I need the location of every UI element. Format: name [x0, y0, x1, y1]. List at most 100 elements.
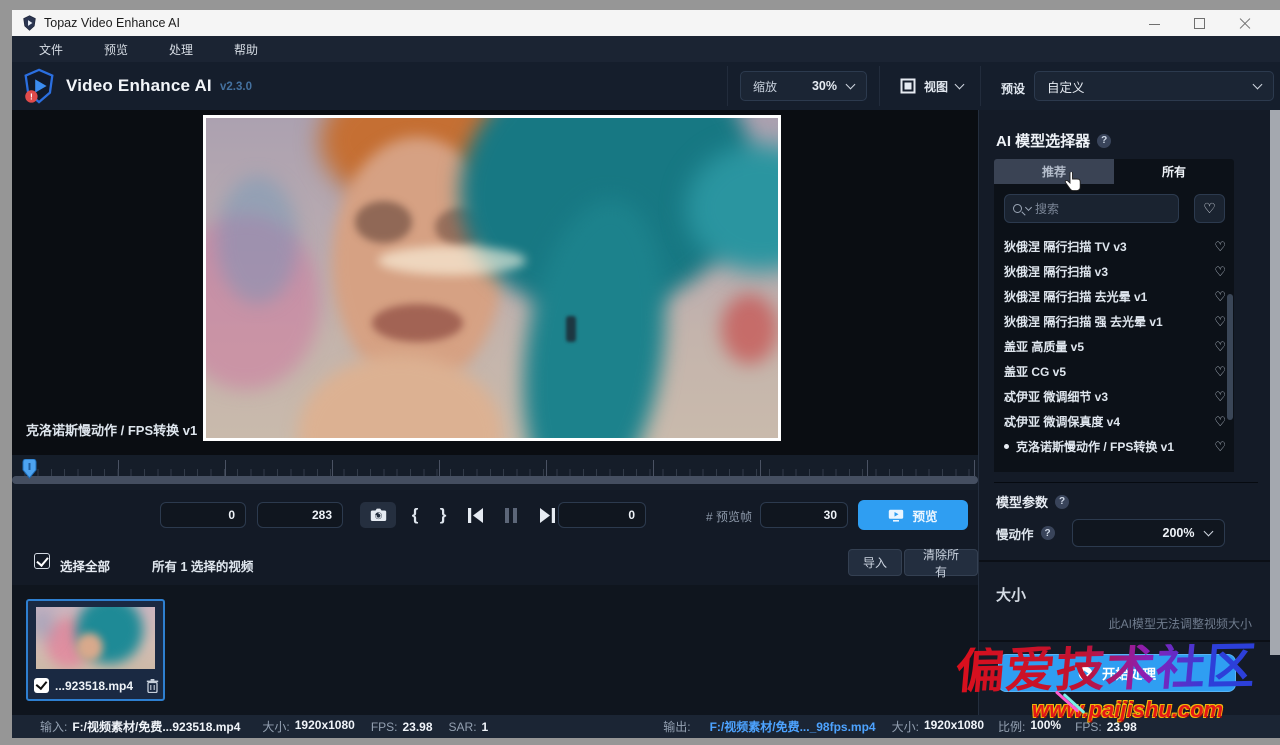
header-divider	[727, 66, 728, 106]
model-row[interactable]: 忒伊亚 微调保真度 v4 ♡	[1004, 409, 1226, 434]
selection-summary: 所有 1 选择的视频	[152, 556, 253, 575]
favorite-heart-icon[interactable]: ♡	[1214, 414, 1226, 430]
divider	[979, 560, 1280, 562]
set-in-point-button[interactable]: {	[404, 502, 426, 528]
pause-button[interactable]	[496, 502, 526, 528]
trash-icon[interactable]	[146, 679, 159, 693]
preset-dropdown[interactable]: 自定义	[1034, 71, 1274, 101]
tab-all-label: 所有	[1162, 163, 1186, 180]
thumbnail-footer: ...923518.mp4	[34, 678, 159, 693]
favorites-filter-button[interactable]: ♡	[1194, 194, 1225, 223]
output-path-link[interactable]: F:/视频素材/免费..._98fps.mp4	[710, 718, 876, 735]
model-name: 忒伊亚 微调保真度 v4	[1004, 413, 1120, 430]
tab-all[interactable]: 所有	[1114, 159, 1234, 184]
watermark-url: www.paijishu.com	[1032, 697, 1223, 723]
selection-row: 选择全部 所有 1 选择的视频 导入 清除所有	[12, 540, 978, 585]
model-row[interactable]: 盖亚 CG v5 ♡	[1004, 359, 1226, 384]
model-row[interactable]: 狄俄涅 隔行扫描 强 去光晕 v1 ♡	[1004, 309, 1226, 334]
previous-frame-button[interactable]	[460, 502, 490, 528]
bokeh-lights	[378, 246, 527, 275]
preview-start-input[interactable]	[558, 502, 646, 528]
sidebar-scrollbar[interactable]	[1270, 110, 1280, 655]
video-frame[interactable]	[203, 115, 781, 441]
search-input[interactable]	[1035, 202, 1145, 216]
app-version: v2.3.0	[220, 81, 252, 93]
status-input-sar: SAR: 1	[449, 720, 489, 734]
model-row[interactable]: 盖亚 高质量 v5 ♡	[1004, 334, 1226, 359]
preview-frames-input[interactable]	[760, 502, 848, 528]
menu-preview[interactable]: 预览	[104, 41, 128, 58]
model-name: 狄俄涅 隔行扫描 v3	[1004, 263, 1108, 280]
preview-button-label: 预览	[912, 506, 937, 525]
status-output-group: 输出: F:/视频素材/免费..._98fps.mp4	[663, 718, 875, 735]
favorite-heart-icon[interactable]: ♡	[1214, 264, 1226, 280]
screen: Topaz Video Enhance AI 文件 预览 处理 帮助 ! Vid…	[0, 0, 1280, 745]
help-icon[interactable]: ?	[1097, 134, 1111, 148]
timeline[interactable]	[12, 455, 978, 490]
size-value: 1920x1080	[924, 718, 984, 735]
favorite-heart-icon[interactable]: ♡	[1214, 439, 1226, 455]
end-frame-input[interactable]	[257, 502, 343, 528]
favorite-heart-icon[interactable]: ♡	[1214, 364, 1226, 380]
smile	[372, 304, 464, 342]
close-bracket-label: }	[440, 505, 447, 525]
current-frame-input[interactable]	[160, 502, 246, 528]
model-list-scrollbar[interactable]	[1227, 294, 1233, 420]
zoom-dropdown[interactable]: 缩放 30%	[740, 71, 867, 101]
view-dropdown[interactable]: 视图	[900, 71, 963, 101]
help-icon[interactable]: ?	[1055, 495, 1069, 509]
minimize-button[interactable]	[1149, 18, 1160, 29]
preview-button[interactable]: 预览	[858, 500, 968, 530]
watermark-text: 偏爱技术社区	[954, 642, 1280, 697]
window-controls	[1149, 10, 1268, 36]
favorite-heart-icon[interactable]: ♡	[1214, 289, 1226, 305]
menu-process[interactable]: 处理	[169, 41, 193, 58]
chevron-down-icon	[955, 79, 965, 89]
model-name: 狄俄涅 隔行扫描 TV v3	[1004, 238, 1127, 255]
favorite-heart-icon[interactable]: ♡	[1214, 389, 1226, 405]
snapshot-button[interactable]	[360, 502, 396, 528]
slowmo-dropdown[interactable]: 200%	[1072, 519, 1225, 547]
sidebar-title: AI 模型选择器	[996, 130, 1090, 151]
model-search-box[interactable]	[1004, 194, 1179, 223]
select-all-checkbox[interactable]	[34, 553, 50, 569]
sidebar-title-row: AI 模型选择器 ?	[996, 130, 1252, 151]
model-name: 忒伊亚 微调细节 v3	[1004, 388, 1108, 405]
favorite-heart-icon[interactable]: ♡	[1214, 239, 1226, 255]
model-row[interactable]: 狄俄涅 隔行扫描 TV v3 ♡	[1004, 234, 1226, 259]
slowmo-row: 慢动作 ? 200%	[996, 518, 1246, 548]
close-button[interactable]	[1239, 18, 1250, 29]
menu-help[interactable]: 帮助	[234, 41, 258, 58]
model-row[interactable]: 狄俄涅 隔行扫描 v3 ♡	[1004, 259, 1226, 284]
set-out-point-button[interactable]: }	[432, 502, 454, 528]
menu-file[interactable]: 文件	[39, 41, 63, 58]
fps-label: FPS:	[371, 720, 398, 734]
model-row[interactable]: 忒伊亚 微调细节 v3 ♡	[1004, 384, 1226, 409]
video-preview-area: 克洛诺斯慢动作 / FPS转换 v1	[12, 110, 978, 455]
timeline-track[interactable]	[12, 476, 978, 484]
zoom-value: 30%	[812, 79, 837, 93]
model-row-selected[interactable]: 克洛诺斯慢动作 / FPS转换 v1 ♡	[1004, 434, 1226, 459]
search-icon	[1013, 204, 1022, 213]
model-row[interactable]: 狄俄涅 隔行扫描 去光晕 v1 ♡	[1004, 284, 1226, 309]
model-name: 盖亚 高质量 v5	[1004, 338, 1084, 355]
video-thumbnail-card[interactable]: ...923518.mp4	[26, 599, 165, 701]
import-button[interactable]: 导入	[848, 549, 902, 576]
menu-bar: 文件 预览 处理 帮助	[12, 36, 1280, 62]
maximize-button[interactable]	[1194, 18, 1205, 29]
clear-all-button[interactable]: 清除所有	[904, 549, 978, 576]
selected-model-dot	[1004, 444, 1009, 449]
help-icon[interactable]: ?	[1041, 526, 1055, 540]
thumbnail-checkbox[interactable]	[34, 678, 49, 693]
model-name: 克洛诺斯慢动作 / FPS转换 v1	[1016, 438, 1174, 455]
ferris-wheel-blur	[217, 176, 297, 304]
model-list-panel: ♡ 狄俄涅 隔行扫描 TV v3 ♡ 狄俄涅 隔行扫描 v3 ♡ 狄俄涅 隔行扫…	[994, 184, 1234, 472]
favorite-heart-icon[interactable]: ♡	[1214, 339, 1226, 355]
favorite-heart-icon[interactable]: ♡	[1214, 314, 1226, 330]
video-list: ...923518.mp4	[12, 585, 978, 715]
tab-recommended[interactable]: 推荐	[994, 159, 1114, 184]
thumbnail-image	[36, 607, 155, 669]
playhead-marker[interactable]	[22, 459, 37, 479]
pause-icon	[505, 508, 517, 523]
shoulder	[298, 355, 504, 438]
